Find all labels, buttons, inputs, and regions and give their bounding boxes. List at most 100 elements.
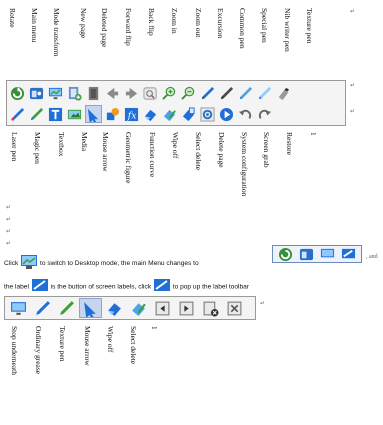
delete-page-icon[interactable] [180,105,197,123]
label-delete-page: Delete page [217,132,226,168]
rotate-icon[interactable] [9,84,26,102]
label-ordinary-grease: Ordinary grease [34,326,43,375]
label-mouse-arrow: Mouse arrow [101,132,110,172]
label-deleted-page: Deleted page [100,8,109,48]
label-back-flip: Back flip [147,8,156,36]
label-texture-pen: Texture pen [305,8,314,44]
laser-pen-icon[interactable] [9,105,26,123]
magic-pen-icon[interactable] [28,105,45,123]
label-magic-pen: Magic pen [33,132,42,164]
desktop-mode-icon[interactable] [20,254,38,272]
restore-icon[interactable] [237,105,254,123]
page-prev-icon[interactable] [151,298,174,318]
mode-transform-icon[interactable] [317,246,337,262]
texture-pen-icon[interactable] [256,84,273,102]
label-media: Media [80,132,89,152]
label-nib-writer-pen: Nib writer pen [283,8,292,52]
paragraph-mark: ↵ [350,83,356,89]
main-menu-icon[interactable] [296,246,316,262]
exit-icon[interactable] [223,298,246,318]
label-wipe-off: Wipe off [171,132,180,159]
new-page-icon[interactable] [66,84,83,102]
screen-label-icon[interactable] [31,278,49,295]
zoom-out-icon[interactable] [161,84,178,102]
forward-flip-icon[interactable] [104,84,121,102]
label-special-pen: Special pen [260,8,269,43]
textbox-icon[interactable] [47,105,64,123]
label-select-delete: Select delete [129,326,138,365]
ordinary-pen-icon[interactable] [31,298,54,318]
desktop-icon[interactable] [7,298,30,318]
label-zoom-out: Zoom out [194,8,203,38]
main-toolbar: fx [6,80,346,126]
click-text: Click [4,259,19,267]
excursion-icon[interactable] [180,84,197,102]
paragraph-mark: ↵ [6,241,12,247]
label-common-pen: Common pen [238,8,247,49]
screen-grab-icon[interactable] [218,105,235,123]
paragraph-mark: ↵ [6,229,12,235]
deleted-page-icon[interactable] [85,84,102,102]
toolbar-row-2: fx [9,105,273,123]
label-laser-pen: Laser pen [10,132,19,162]
screen-label-icon[interactable] [153,278,171,295]
paragraph-mark: ↵ [6,217,12,223]
rotate-icon[interactable] [275,246,295,262]
paragraph-mark: ↵ [350,109,356,115]
geometric-figure-icon[interactable] [104,105,121,123]
zoom-in-icon[interactable] [142,84,159,102]
screen-label-icon[interactable] [338,246,358,262]
label-main-menu: Main menu [30,8,39,43]
switch-text: to switch to Desktop mode, the main Menu… [39,259,199,267]
mouse-arrow-icon[interactable] [79,298,102,318]
paragraph-mark: ↵ [6,205,12,211]
label-number: 1 [309,132,318,136]
system-configuration-icon[interactable] [199,105,216,123]
media-icon[interactable] [66,105,83,123]
label-number: 1 [150,326,159,330]
popup-text: to pop up the label toolbar [172,283,250,291]
wipe-off-icon[interactable] [103,298,126,318]
page-next-icon[interactable] [175,298,198,318]
label-geometric-figure: Geometric figure [124,132,133,184]
special-pen-icon[interactable] [218,84,235,102]
mode-transform-icon[interactable] [47,84,64,102]
label-system-configuration: System configuration [240,132,249,197]
desktop-main-menu [272,245,362,263]
label-wipe-off: Wipe off [106,326,115,353]
texture-pen-icon[interactable] [55,298,78,318]
page-delete-icon[interactable] [199,298,222,318]
label-toolbar [4,296,256,320]
button-desc-text: is the button of screen labels, click [50,283,152,291]
label-select-delete: Select delete [194,132,203,171]
and-text: , and [366,254,378,260]
back-flip-icon[interactable] [123,84,140,102]
label-texture-pen: Texture pen [58,326,67,362]
nib-writer-pen-icon[interactable] [237,84,254,102]
paragraph-mark: ↵ [260,301,266,307]
label-function-curve: Function curve [148,132,157,178]
wipe-off-icon[interactable] [142,105,159,123]
label-restore: Restore [285,132,294,155]
select-delete-icon[interactable] [127,298,150,318]
function-curve-icon[interactable]: fx [123,105,140,123]
instruction-line-2: the label is the button of screen labels… [4,278,249,295]
svg-text:fx: fx [127,110,137,121]
toolbar-row-1 [9,84,292,102]
undo-icon[interactable] [256,105,273,123]
label-new-page: New page [79,8,88,39]
mouse-arrow-icon[interactable] [85,105,102,123]
label-textbox: Textbox [57,132,66,157]
label-stop-underneath: Stop underneath [10,326,19,375]
main-menu-icon[interactable] [28,84,45,102]
label-rotate: Rotate [8,8,17,28]
paragraph-mark: ↵ [350,9,356,15]
laser-pointer-icon[interactable] [275,84,292,102]
label-excursion: Excursion [216,8,225,39]
the-label-text: the label [4,283,29,291]
label-mode-transform: Mode transform [52,8,61,57]
label-forward-flip: Forward flip [124,8,133,46]
select-delete-icon[interactable] [161,105,178,123]
common-pen-icon[interactable] [199,84,216,102]
label-mouse-arrow: Mouse arrow [83,326,92,366]
